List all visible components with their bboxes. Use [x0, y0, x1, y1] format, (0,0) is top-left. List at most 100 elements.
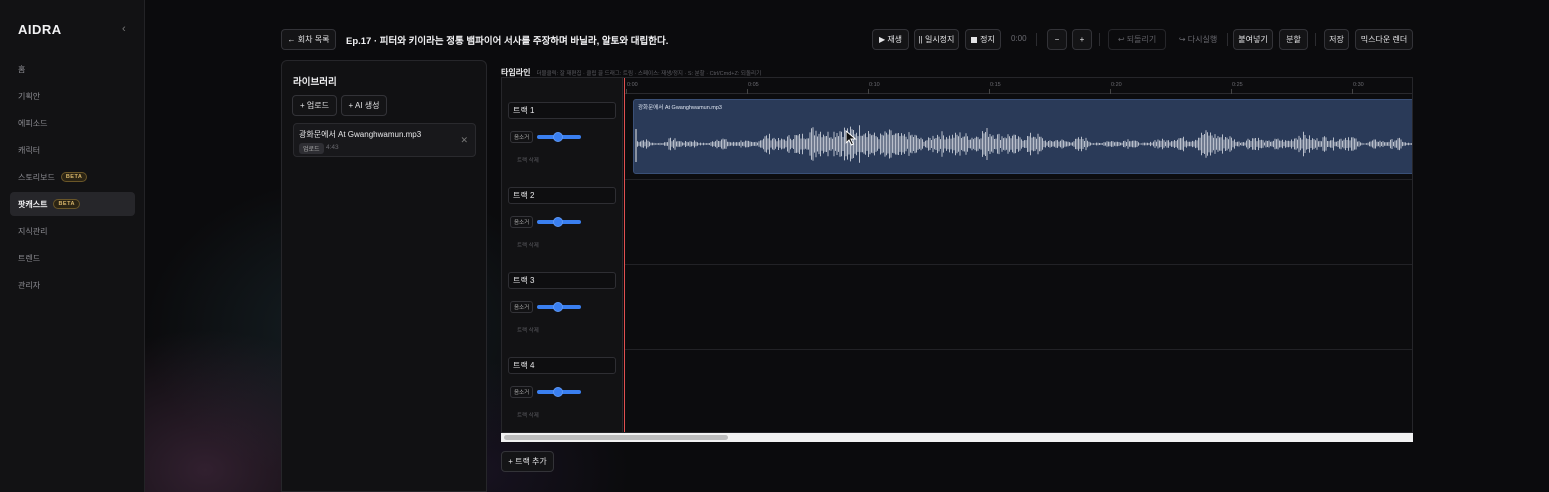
stop-button[interactable]: 정지 — [965, 29, 1001, 50]
ruler-tick — [747, 89, 748, 94]
volume-slider[interactable] — [537, 132, 581, 142]
volume-slider-thumb[interactable] — [553, 387, 563, 397]
track-controls: 트랙 4 음소거 트랙 삭제 — [502, 350, 623, 432]
waveform — [635, 125, 1412, 163]
timeline-horizontal-scrollbar[interactable] — [501, 433, 1413, 442]
upload-button[interactable]: + 업로드 — [292, 95, 337, 116]
remove-file-icon[interactable]: ✕ — [460, 135, 468, 146]
lane-divider — [624, 264, 1412, 265]
ruler-tick-label: 0:25 — [1232, 82, 1243, 88]
zoom-in-button[interactable]: + — [1072, 29, 1092, 50]
library-file-item[interactable]: 광화문에서 At Gwanghwamun.mp3 업로드 4:43 ✕ — [293, 123, 476, 157]
sidebar-item-label: 팟캐스트 — [18, 199, 48, 209]
ruler-tick-label: 0:15 — [990, 82, 1001, 88]
mute-button[interactable]: 음소거 — [510, 386, 534, 398]
divider — [1099, 33, 1100, 46]
zoom-out-button[interactable]: − — [1047, 29, 1067, 50]
lane-divider — [624, 349, 1412, 350]
volume-slider-thumb[interactable] — [553, 302, 563, 312]
track-name-input[interactable]: 트랙 2 — [508, 187, 616, 204]
divider — [1227, 33, 1228, 46]
time-ruler[interactable]: 0:00 0:05 0:10 0:15 0:20 0:25 0:30 — [624, 78, 1412, 94]
sidebar: AIDRA ‹ 홈 기획안 에피소드 캐릭터 스토리보드 BETA 팟캐스트 BET… — [0, 0, 145, 492]
playhead[interactable] — [624, 78, 625, 432]
waveform-path — [635, 125, 1412, 163]
track-name-input[interactable]: 트랙 3 — [508, 272, 616, 289]
pause-button[interactable]: || 일시정지 — [914, 29, 959, 50]
ruler-tick-label: 0:05 — [748, 82, 759, 88]
file-name: 광화문에서 At Gwanghwamun.mp3 — [299, 130, 422, 139]
sidebar-item-label: 관리자 — [18, 280, 41, 290]
sidebar-item-podcast[interactable]: 팟캐스트 BETA — [10, 192, 135, 216]
mute-button[interactable]: 음소거 — [510, 216, 534, 228]
mouse-cursor-icon — [845, 130, 857, 146]
beta-badge: BETA — [60, 172, 88, 182]
delete-track-button[interactable]: 트랙 삭제 — [517, 411, 539, 419]
sidebar-item-label: 홈 — [18, 64, 26, 74]
ruler-tick — [989, 89, 990, 94]
paste-button[interactable]: 붙여넣기 — [1233, 29, 1273, 50]
ruler-tick-label: 0:30 — [1353, 82, 1364, 88]
volume-slider[interactable] — [537, 387, 581, 397]
ruler-tick-label: 0:00 — [627, 82, 638, 88]
undo-button[interactable]: ↩ 되돌리기 — [1108, 29, 1166, 50]
split-button[interactable]: 분할 — [1279, 29, 1308, 50]
volume-slider-thumb[interactable] — [553, 217, 563, 227]
audio-clip[interactable]: 광화문에서 At Gwanghwamun.mp3 — [633, 99, 1412, 174]
track-name-input[interactable]: 트랙 1 — [508, 102, 616, 119]
delete-track-button[interactable]: 트랙 삭제 — [517, 156, 539, 164]
library-title: 라이브러리 — [293, 77, 337, 88]
sidebar-item-label: 트렌드 — [18, 253, 41, 263]
ruler-tick-label: 0:10 — [869, 82, 880, 88]
ruler-tick — [1110, 89, 1111, 94]
ai-generate-button[interactable]: + AI 생성 — [341, 95, 387, 116]
ruler-tick — [626, 89, 627, 94]
ruler-tick-label: 0:20 — [1111, 82, 1122, 88]
divider — [1315, 33, 1316, 46]
beta-badge: BETA — [53, 199, 81, 209]
sidebar-item-characters[interactable]: 캐릭터 — [10, 138, 135, 162]
track-controls: 트랙 1 음소거 트랙 삭제 — [502, 95, 623, 180]
mute-button[interactable]: 음소거 — [510, 131, 534, 143]
sidebar-item-label: 캐릭터 — [18, 145, 41, 155]
episode-title: Ep.17 · 피터와 키이라는 정통 뱀파이어 서사를 주장하며 바닐라, 알… — [346, 36, 669, 47]
sidebar-nav: 홈 기획안 에피소드 캐릭터 스토리보드 BETA 팟캐스트 BETA 지식관리 트… — [10, 57, 135, 300]
file-duration: 4:43 — [326, 144, 339, 151]
sidebar-item-episodes[interactable]: 에피소드 — [10, 111, 135, 135]
add-track-button[interactable]: + 트랙 추가 — [501, 451, 554, 472]
collapse-sidebar-icon[interactable]: ‹ — [122, 23, 126, 35]
scrollbar-thumb[interactable] — [504, 435, 728, 440]
volume-slider-thumb[interactable] — [553, 132, 563, 142]
sidebar-item-storyboard[interactable]: 스토리보드 BETA — [10, 165, 135, 189]
back-to-episodes-button[interactable]: ← 회차 목록 — [281, 29, 336, 50]
mixdown-render-button[interactable]: 믹스다운 렌더 — [1355, 29, 1413, 50]
lane-divider — [624, 179, 1412, 180]
sidebar-item-label: 기획안 — [18, 91, 41, 101]
library-panel: 라이브러리 + 업로드 + AI 생성 광화문에서 At Gwanghwamun… — [281, 60, 487, 492]
sidebar-item-label: 스토리보드 — [18, 172, 55, 182]
track-controls: 트랙 2 음소거 트랙 삭제 — [502, 180, 623, 265]
delete-track-button[interactable]: 트랙 삭제 — [517, 326, 539, 334]
play-button[interactable]: ▶ 재생 — [872, 29, 909, 50]
timeline: 트랙 1 음소거 트랙 삭제 트랙 2 음소거 트랙 삭제 트랙 3 음소거 트… — [501, 77, 1413, 433]
sidebar-item-home[interactable]: 홈 — [10, 57, 135, 81]
sidebar-item-plans[interactable]: 기획안 — [10, 84, 135, 108]
delete-track-button[interactable]: 트랙 삭제 — [517, 241, 539, 249]
redo-button[interactable]: ↪ 다시실행 — [1170, 29, 1226, 50]
volume-slider[interactable] — [537, 302, 581, 312]
sidebar-item-trends[interactable]: 트렌드 — [10, 246, 135, 270]
sidebar-item-label: 지식관리 — [18, 226, 48, 236]
volume-slider[interactable] — [537, 217, 581, 227]
sidebar-item-label: 에피소드 — [18, 118, 48, 128]
sidebar-item-knowledge[interactable]: 지식관리 — [10, 219, 135, 243]
clip-label: 광화문에서 At Gwanghwamun.mp3 — [638, 105, 722, 111]
brand-logo: AIDRA — [18, 22, 62, 37]
time-readout: 0:00 — [1011, 34, 1027, 43]
save-button[interactable]: 저장 — [1324, 29, 1349, 50]
mute-button[interactable]: 음소거 — [510, 301, 534, 313]
timeline-title: 타임라인 — [501, 68, 531, 77]
ruler-tick — [868, 89, 869, 94]
track-name-input[interactable]: 트랙 4 — [508, 357, 616, 374]
ruler-tick — [1352, 89, 1353, 94]
sidebar-item-admin[interactable]: 관리자 — [10, 273, 135, 297]
